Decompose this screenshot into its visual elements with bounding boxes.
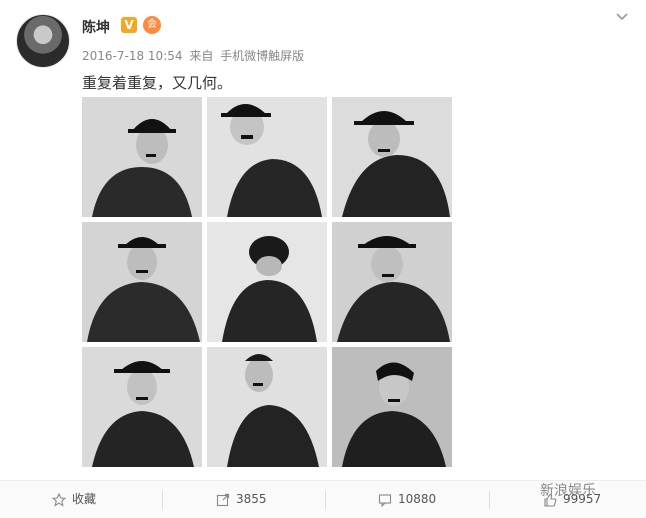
chevron-down-icon[interactable] [614,10,630,24]
divider [162,491,163,509]
post-date[interactable]: 2016-7-18 10:54 [82,49,183,63]
photo-8[interactable] [207,347,327,467]
repost-count: 3855 [236,492,267,506]
post-meta: 2016-7-18 10:54 来自 手机微博触屏版 [82,47,307,64]
watermark: 新浪娱乐 [540,480,596,500]
weibo-post: 陈坤 V 会 2016-7-18 10:54 来自 手机微博触屏版 重复着重复，… [0,0,646,518]
photo-3[interactable] [332,97,452,217]
photo-1[interactable] [82,97,202,217]
photo-5[interactable] [207,222,327,342]
member-crown-icon[interactable]: 会 [143,16,161,34]
avatar[interactable] [16,14,70,68]
favorite-button[interactable]: 收藏 [51,481,97,518]
photo-9[interactable] [332,347,452,467]
repost-button[interactable]: 3855 [216,481,267,518]
username[interactable]: 陈坤 [82,17,110,37]
post-text: 重复着重复，又几何。 [82,74,233,92]
photo-7[interactable] [82,347,202,467]
divider [489,491,490,509]
photo-6[interactable] [332,222,452,342]
photo-4[interactable] [82,222,202,342]
comment-icon [378,493,392,507]
divider [325,491,326,509]
watermark-text: 新浪娱乐 [540,483,596,499]
photo-2[interactable] [207,97,327,217]
source-prefix: 来自 [189,49,214,63]
favorite-label: 收藏 [72,492,97,506]
repost-icon [216,493,230,506]
verified-v-icon: V [121,17,137,33]
photo-grid [82,97,454,468]
comment-count: 10880 [398,492,437,506]
comment-button[interactable]: 10880 [378,481,436,518]
post-source[interactable]: 手机微博触屏版 [220,49,304,63]
star-icon [51,492,67,507]
